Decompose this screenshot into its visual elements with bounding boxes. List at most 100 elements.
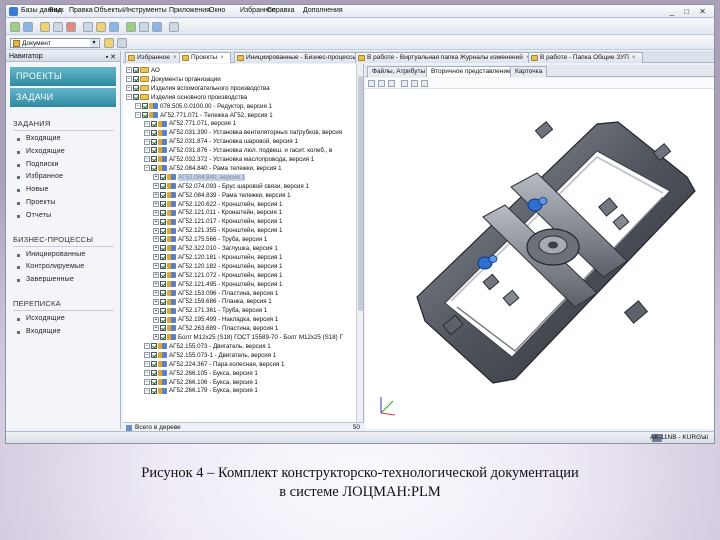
open-icon[interactable] (368, 80, 375, 87)
search-icon[interactable] (152, 22, 162, 32)
expand-icon[interactable]: + (153, 191, 159, 198)
tree-row[interactable]: + АГ52.120.182 - Кронштейн, версия 1 (153, 263, 283, 271)
checkbox[interactable] (151, 165, 157, 172)
checkbox[interactable] (151, 387, 157, 394)
tree-row[interactable]: − АГ52.084.840 - Рама тележки, версия 1 (144, 165, 282, 173)
checkbox[interactable] (133, 94, 139, 101)
tree-row[interactable]: + АГ52.121.355 - Кронштейн, версия 1 (153, 227, 283, 235)
checkbox[interactable] (160, 254, 166, 261)
expand-icon[interactable]: − (144, 156, 150, 163)
expand-icon[interactable]: + (153, 236, 159, 243)
expand-icon[interactable]: − (126, 67, 132, 74)
tree-row[interactable]: + АГ52.074.093 - Брус шаровой связи, верс… (153, 183, 309, 191)
checkbox[interactable] (160, 183, 166, 190)
checkbox[interactable] (151, 378, 157, 385)
checkbox[interactable] (160, 245, 166, 252)
nav-item[interactable]: Проекты (13, 197, 120, 210)
expand-icon[interactable]: + (153, 183, 159, 190)
nav-item[interactable]: Отчеты (13, 210, 120, 223)
tree-row[interactable]: − АГ52.266.179 - Букса, версия 1 (144, 387, 258, 395)
nav-item[interactable]: Завершенные (13, 274, 120, 287)
checkbox[interactable] (160, 316, 166, 323)
new-icon[interactable] (104, 38, 114, 48)
tree-row[interactable]: − АГ52.224.367 - Пара колесная, версия 1 (144, 361, 284, 369)
menu-item[interactable]: Вид (49, 7, 62, 14)
tree-row[interactable]: + АГ52.084.840, версия 1 (153, 173, 246, 182)
scrollbar-thumb[interactable] (358, 76, 363, 311)
expand-icon[interactable]: + (153, 209, 159, 216)
tree-row[interactable]: − АГ52.266.105 - Букса, версия 1 (144, 370, 258, 378)
tree-row[interactable]: − АГ52.031.874 - Установка шаровой, верси… (144, 138, 298, 146)
close-icon[interactable]: × (220, 53, 226, 61)
checkbox[interactable] (133, 67, 139, 74)
checkbox[interactable] (160, 209, 166, 216)
expand-icon[interactable]: + (153, 263, 159, 270)
checkbox[interactable] (151, 369, 157, 376)
tree-row[interactable]: + АГ52.121.017 - Кронштейн, версия 1 (153, 218, 283, 226)
tree-row[interactable]: − АГ52.266.106 - Букса, версия 1 (144, 379, 258, 387)
detail-tab[interactable]: Вторичное представление (426, 66, 516, 77)
save-icon[interactable] (378, 80, 385, 87)
checkbox[interactable] (160, 218, 166, 225)
tree-row[interactable]: − 078.505.0.0100.00 - Редуктор, версия 1 (135, 103, 272, 111)
forward-icon[interactable] (23, 22, 33, 32)
tasks-button[interactable]: ЗАДАЧИ (10, 88, 116, 107)
checkbox[interactable] (142, 111, 148, 118)
projects-button[interactable]: ПРОЕКТЫ (10, 67, 116, 86)
back-icon[interactable] (10, 22, 20, 32)
expand-icon[interactable]: + (153, 316, 159, 323)
menu-item[interactable]: Инструменты (123, 7, 167, 14)
checkbox[interactable] (151, 361, 157, 368)
menu-item[interactable]: Объекты (94, 7, 123, 14)
menu-item[interactable]: Окно (209, 7, 225, 14)
tree-row[interactable]: + АГ52.322.010 - Заглушка, версия 1 (153, 245, 278, 253)
tree-row[interactable]: − Изделия основного производства (126, 94, 247, 102)
expand-icon[interactable]: − (144, 352, 150, 359)
pin-icon[interactable]: ▪ ✕ (106, 52, 116, 63)
model-viewer[interactable] (365, 78, 714, 429)
tree-row[interactable]: − АГ52.155.073 - Двигатель, версия 1 (144, 343, 271, 351)
expand-icon[interactable]: − (126, 94, 132, 101)
expand-icon[interactable]: + (153, 200, 159, 207)
delete-icon[interactable] (66, 22, 76, 32)
fit-icon[interactable] (411, 80, 418, 87)
expand-icon[interactable]: + (153, 272, 159, 279)
expand-icon[interactable]: − (135, 111, 141, 118)
tree-row[interactable]: + АГ52.120.622 - Кронштейн, версия 1 (153, 201, 283, 209)
checkbox[interactable] (151, 156, 157, 163)
nav-item[interactable]: Новые (13, 184, 120, 197)
expand-icon[interactable]: − (144, 343, 150, 350)
checkbox[interactable] (160, 200, 166, 207)
tab[interactable]: Избранное × (125, 52, 184, 63)
tree-row[interactable]: − АГ52.031.876 - Установка люл. подвеш. и… (144, 147, 332, 155)
checkout-icon[interactable] (139, 22, 149, 32)
tab[interactable]: В работе - Виртуальная папка Журналы изм… (355, 52, 537, 63)
nav-item[interactable]: Инициированные (13, 249, 120, 262)
checkbox[interactable] (160, 236, 166, 243)
expand-icon[interactable]: + (153, 289, 159, 296)
expand-icon[interactable]: − (144, 120, 150, 127)
tree-row[interactable]: − АГ52.771.071, версия 1 (144, 120, 236, 128)
expand-icon[interactable]: + (153, 254, 159, 261)
checkbox[interactable] (160, 307, 166, 314)
refresh-icon[interactable] (53, 22, 63, 32)
print-icon[interactable] (388, 80, 395, 87)
expand-icon[interactable]: − (144, 387, 150, 394)
rotate-icon[interactable] (421, 80, 428, 87)
expand-icon[interactable]: − (144, 361, 150, 368)
expand-icon[interactable]: − (144, 129, 150, 136)
checkbox[interactable] (151, 138, 157, 145)
expand-icon[interactable]: − (144, 147, 150, 154)
print-icon[interactable] (169, 22, 179, 32)
nav-item[interactable]: Исходящие (13, 313, 120, 326)
tree-row[interactable]: + АГ52.121.495 - Кронштейн, версия 1 (153, 281, 283, 289)
nav-item[interactable]: Входящие (13, 326, 120, 339)
checkbox[interactable] (160, 334, 166, 341)
checkbox[interactable] (160, 227, 166, 234)
tab[interactable]: В работе - Папка Общие ЗУП × (528, 52, 643, 63)
tree-row[interactable]: + АГ52.120.181 - Кронштейн, версия 1 (153, 254, 283, 262)
checkbox[interactable] (160, 263, 166, 270)
tree-row[interactable]: + АГ52.121.011 - Кронштейн, версия 1 (153, 209, 282, 217)
menu-item[interactable]: Приложения (169, 7, 210, 14)
tree-row[interactable]: + АГ52.171.361 - Труба, версия 1 (153, 307, 267, 315)
